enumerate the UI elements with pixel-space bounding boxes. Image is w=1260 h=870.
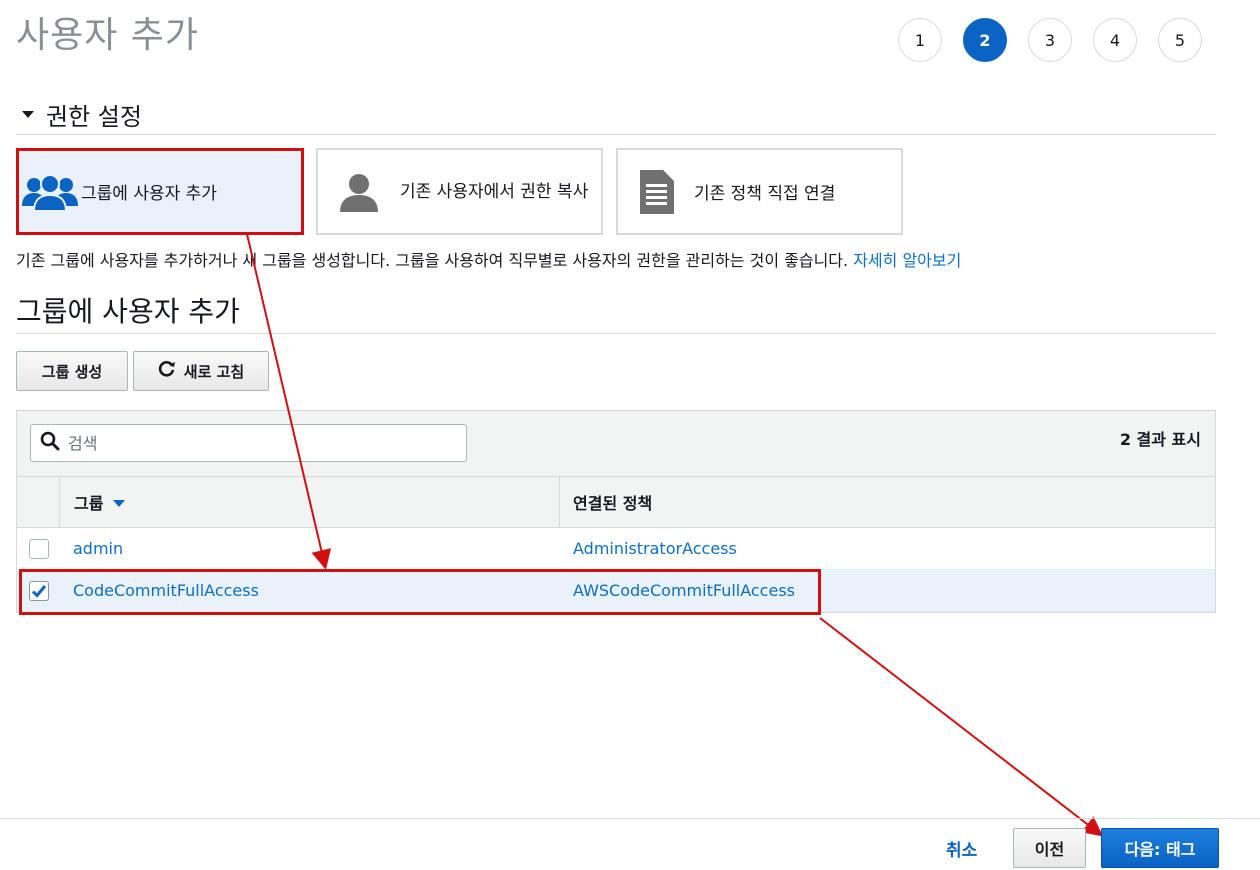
sort-descending-icon [113, 500, 126, 507]
result-count: 2 결과 표시 [1119, 430, 1201, 449]
step-3[interactable]: 3 [1028, 18, 1072, 62]
table-header: 그룹 연결된 정책 [17, 477, 1215, 528]
option-attach-policy-label: 기존 정책 직접 연결 [694, 184, 836, 204]
policy-link[interactable]: AdministratorAccess [573, 539, 737, 558]
column-header-policy[interactable]: 연결된 정책 [560, 477, 1215, 527]
step-4[interactable]: 4 [1093, 18, 1137, 62]
row-checkbox[interactable] [28, 580, 49, 601]
row-checkbox[interactable] [28, 538, 49, 559]
annotation-arrow [819, 617, 1104, 837]
table-toolbar: 2 결과 표시 [17, 411, 1215, 477]
step-2[interactable]: 2 [963, 18, 1007, 62]
permissions-heading[interactable]: 권한 설정 [16, 94, 1216, 135]
option-copy-permissions[interactable]: 기존 사용자에서 권한 복사 [316, 148, 603, 235]
create-group-button[interactable]: 그룹 생성 [16, 351, 128, 391]
wizard-steps: 1 2 3 4 5 [898, 18, 1202, 62]
previous-button[interactable]: 이전 [1013, 828, 1086, 868]
groups-table: 2 결과 표시 그룹 연결된 정책 admin AdministratorAcc… [16, 410, 1216, 613]
option-add-to-group[interactable]: 그룹에 사용자 추가 [16, 148, 304, 235]
checkmark-icon [31, 584, 46, 598]
refresh-icon [158, 360, 176, 382]
table-row[interactable]: admin AdministratorAccess [17, 528, 1215, 570]
users-group-icon [19, 172, 81, 212]
refresh-button-label: 새로 고침 [183, 362, 245, 381]
column-header-policy-label: 연결된 정책 [573, 494, 653, 513]
search-input[interactable] [66, 432, 466, 454]
next-tags-button[interactable]: 다음: 태그 [1101, 828, 1219, 868]
cancel-link[interactable]: 취소 [946, 836, 977, 861]
option-copy-permissions-label: 기존 사용자에서 권한 복사 [400, 181, 589, 202]
add-to-group-heading-label: 그룹에 사용자 추가 [16, 294, 240, 328]
policy-link[interactable]: AWSCodeCommitFullAccess [573, 581, 795, 600]
option-add-to-group-label: 그룹에 사용자 추가 [81, 184, 217, 204]
search-icon [40, 431, 60, 455]
option-attach-policy[interactable]: 기존 정책 직접 연결 [616, 148, 903, 235]
search-field[interactable] [30, 424, 467, 462]
document-icon [618, 169, 694, 214]
group-link[interactable]: admin [73, 539, 123, 558]
learn-more-link[interactable]: 자세히 알아보기 [853, 251, 961, 270]
permissions-heading-label: 권한 설정 [46, 102, 142, 131]
group-link[interactable]: CodeCommitFullAccess [73, 581, 259, 600]
add-to-group-heading: 그룹에 사용자 추가 [16, 286, 1216, 334]
step-1[interactable]: 1 [898, 18, 942, 62]
permissions-description: 기존 그룹에 사용자를 추가하거나 새 그룹을 생성합니다. 그룹을 사용하여 … [16, 251, 962, 270]
step-5[interactable]: 5 [1158, 18, 1202, 62]
table-row[interactable]: CodeCommitFullAccess AWSCodeCommitFullAc… [17, 570, 1215, 612]
page-title: 사용자 추가 [16, 15, 200, 56]
user-icon [318, 172, 400, 212]
refresh-button[interactable]: 새로 고침 [133, 351, 269, 391]
create-group-button-label: 그룹 생성 [41, 362, 103, 381]
caret-down-icon [22, 110, 34, 118]
column-header-group[interactable]: 그룹 [60, 477, 560, 527]
select-column-header [17, 477, 60, 527]
column-header-group-label: 그룹 [74, 494, 104, 513]
wizard-footer: 취소 이전 다음: 태그 [0, 818, 1260, 870]
